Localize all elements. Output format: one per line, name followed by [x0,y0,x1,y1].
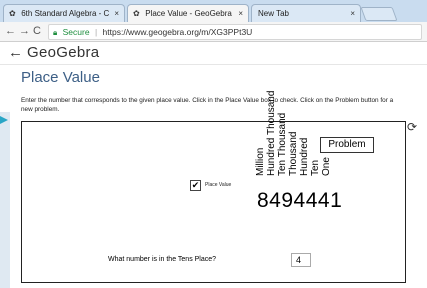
problem-button[interactable]: Problem [320,137,374,153]
instructions-text: Enter the number that corresponds to the… [21,97,394,113]
url-text: https://www.geogebra.org/m/XG3PPt3U [102,27,253,37]
tab-6th-standard-algebra[interactable]: ✿ 6th Standard Algebra - C × [3,4,125,23]
tab-label: New Tab [258,9,289,18]
place-value-checkbox-label: Place Value [205,182,232,188]
close-icon[interactable]: × [350,5,355,22]
browser-tab-strip: ✿ 6th Standard Algebra - C × ✿ Place Val… [0,0,427,23]
side-arrow-icon [0,116,8,124]
url-separator: | [94,27,98,37]
tab-place-value[interactable]: ✿ Place Value - GeoGebra × [127,4,249,23]
number-display: 8494441 [257,189,343,212]
page-title: Place Value [21,69,100,86]
tab-label: 6th Standard Algebra - C [21,9,110,18]
back-arrow-icon[interactable]: ← [5,24,16,38]
question-text: What number is in the Tens Place? [108,256,217,263]
secure-label: Secure [62,27,90,37]
address-bar: ← → C 🔒︎ Secure | https://www.geogebra.o… [0,22,427,42]
refresh-icon[interactable]: ⟳ [407,121,417,133]
place-label-ten-thousand: Ten Thousand [277,112,288,176]
place-label-hundred-thousand: Hundred Thousand [266,90,277,176]
place-value-checkbox[interactable]: ✔ [190,180,201,191]
place-label-one: One [321,157,332,176]
lock-icon: 🔒︎ [53,28,58,37]
close-icon[interactable]: × [238,5,243,22]
geogebra-header: ← GeoGebra [0,42,427,65]
side-panel-edge [0,112,10,288]
geogebra-icon: ✿ [133,9,140,18]
back-arrow-icon[interactable]: ← [8,44,23,62]
answer-input[interactable] [291,253,311,267]
place-label-hundred: Hundred [299,137,310,176]
place-label-million: Million [255,147,266,176]
place-label-thousand: Thousand [288,131,299,176]
tab-label: Place Value - GeoGebra [145,9,232,18]
url-field[interactable]: 🔒︎ Secure | https://www.geogebra.org/m/X… [48,24,422,40]
close-icon[interactable]: × [114,5,119,22]
place-label-ten: Ten [310,159,321,176]
new-tab-button[interactable] [360,7,398,21]
geogebra-icon: ✿ [9,9,16,18]
forward-arrow-icon[interactable]: → [19,24,30,38]
reload-icon[interactable]: C [33,24,41,38]
geogebra-logo[interactable]: GeoGebra [27,44,99,62]
tab-new-tab[interactable]: New Tab × [251,4,361,23]
